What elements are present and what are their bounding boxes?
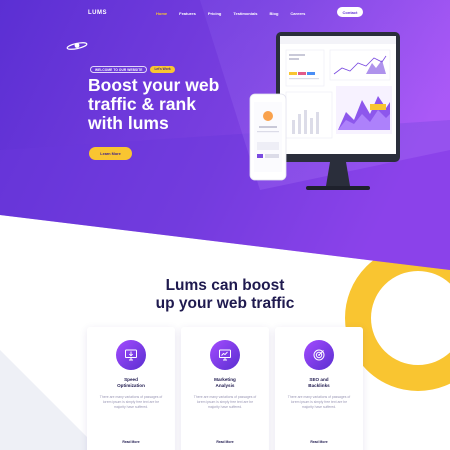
- icon-circle: [116, 340, 146, 370]
- planet-icon: [66, 42, 88, 50]
- card-read-more-link[interactable]: Read More: [275, 440, 363, 444]
- nav-item-blog[interactable]: Blog: [270, 11, 279, 16]
- section-title: Lums can boost up your web traffic: [150, 277, 300, 313]
- target-icon: [313, 349, 325, 361]
- card-title: Speed Optimization: [91, 377, 171, 389]
- nav-item-features[interactable]: Features: [179, 11, 196, 16]
- card-read-more-link[interactable]: Read More: [181, 440, 269, 444]
- nav-item-pricing[interactable]: Pricing: [208, 11, 222, 16]
- nav-item-careers[interactable]: Careers: [290, 11, 305, 16]
- monitor-download-icon: [125, 349, 137, 361]
- main-nav: Home Features Pricing Testimonials Blog …: [156, 11, 317, 16]
- dashboard-illustration: [249, 32, 400, 190]
- card-title-line-2: Optimization: [117, 383, 145, 388]
- logo[interactable]: LUMS: [88, 10, 107, 16]
- hero-headline: Boost your web traffic & rank with lums: [88, 76, 248, 133]
- card-title-line-2: Analysis: [215, 383, 235, 388]
- card-title: Marketing Analysis: [185, 377, 265, 389]
- headline-line-2: traffic & rank: [88, 94, 196, 114]
- nav-item-testimonials[interactable]: Testimonials: [233, 11, 257, 16]
- contact-button[interactable]: Contact: [337, 7, 363, 17]
- analytics-screen-icon: [219, 349, 231, 361]
- welcome-tags: WELCOME TO OUR WEBSITE Let's Work: [90, 66, 175, 73]
- lets-work-badge[interactable]: Let's Work: [150, 66, 175, 73]
- section-title-line-2: up your web traffic: [155, 295, 295, 312]
- nav-item-home[interactable]: Home: [156, 11, 167, 16]
- hero-learn-more-button[interactable]: Learn More: [89, 147, 132, 160]
- headline-line-1: Boost your web: [88, 75, 220, 95]
- card-text: There are many variations of passages of…: [287, 395, 351, 410]
- icon-circle: [210, 340, 240, 370]
- card-read-more-link[interactable]: Read More: [87, 440, 175, 444]
- icon-circle: [304, 340, 334, 370]
- welcome-badge: WELCOME TO OUR WEBSITE: [90, 66, 148, 73]
- feature-card-speed: Speed Optimization There are many variat…: [87, 327, 175, 450]
- feature-card-marketing: Marketing Analysis There are many variat…: [181, 327, 269, 450]
- headline-line-3: with lums: [88, 113, 169, 133]
- card-title: SEO and Backlinks: [279, 377, 359, 389]
- card-title-line-2: Backlinks: [308, 383, 330, 388]
- feature-card-seo: SEO and Backlinks There are many variati…: [275, 327, 363, 450]
- section-title-line-1: Lums can boost: [165, 277, 285, 294]
- card-text: There are many variations of passages of…: [193, 395, 257, 410]
- card-text: There are many variations of passages of…: [99, 395, 163, 410]
